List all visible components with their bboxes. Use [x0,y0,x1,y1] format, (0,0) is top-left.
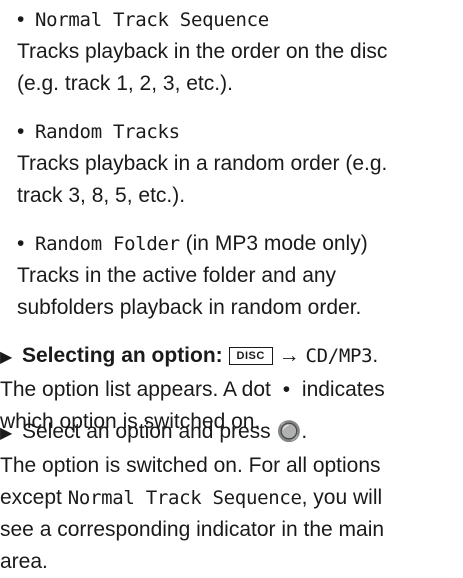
step-marker: ▶ [0,349,13,366]
option-desc: Tracks playback in the order on the disc [17,40,388,63]
option-name: Random Folder [35,233,180,255]
step-marker: ▶ [0,425,13,442]
step-text: indicates [301,378,385,401]
arrow-icon: → [278,344,300,367]
step-select-and-press: ▶ Select an option and press 🔘. The optio… [0,416,463,578]
step-text: The option is switched on. For all optio… [0,454,381,477]
option-normal-track-sequence: • Normal Track Sequence Tracks playback i… [0,4,463,100]
dot-indicator-icon: • [282,378,291,401]
option-name: Random Tracks [35,121,180,143]
option-note: (in MP3 mode only) [179,232,368,255]
step-text: Select an option and press [22,420,271,443]
option-name-inline: Normal Track Sequence [67,487,302,509]
step-text: area. [0,550,48,573]
menu-target: CD/MP3 [305,345,373,367]
bullet: • [17,120,25,143]
option-random-folder: • Random Folder (in MP3 mode only) Tracks… [0,228,463,324]
step-text: see a corresponding indicator in the mai… [0,518,385,541]
option-desc: track 3, 8, 5, etc.). [17,184,186,207]
option-random-tracks: • Random Tracks Tracks playback in a rand… [0,116,463,212]
bullet: • [17,232,25,255]
option-desc: subfolders playback in random order. [17,296,362,319]
document-page: • Normal Track Sequence Tracks playback i… [0,0,463,573]
step-text: , you will [301,486,383,509]
step-text: The option list appears. A dot [0,378,271,401]
controller-knob-icon: 🔘 [276,421,302,443]
option-desc: Tracks in the active folder and any [17,264,337,287]
period: . [372,344,379,367]
period: . [301,420,308,443]
disc-key: DISC [228,347,273,365]
step-text: except [0,486,62,509]
bullet: • [17,8,25,31]
option-name: Normal Track Sequence [35,9,269,31]
step-heading: Selecting an option: [22,344,223,367]
option-desc: (e.g. track 1, 2, 3, etc.). [17,72,233,95]
option-desc: Tracks playback in a random order (e.g. [17,152,388,175]
